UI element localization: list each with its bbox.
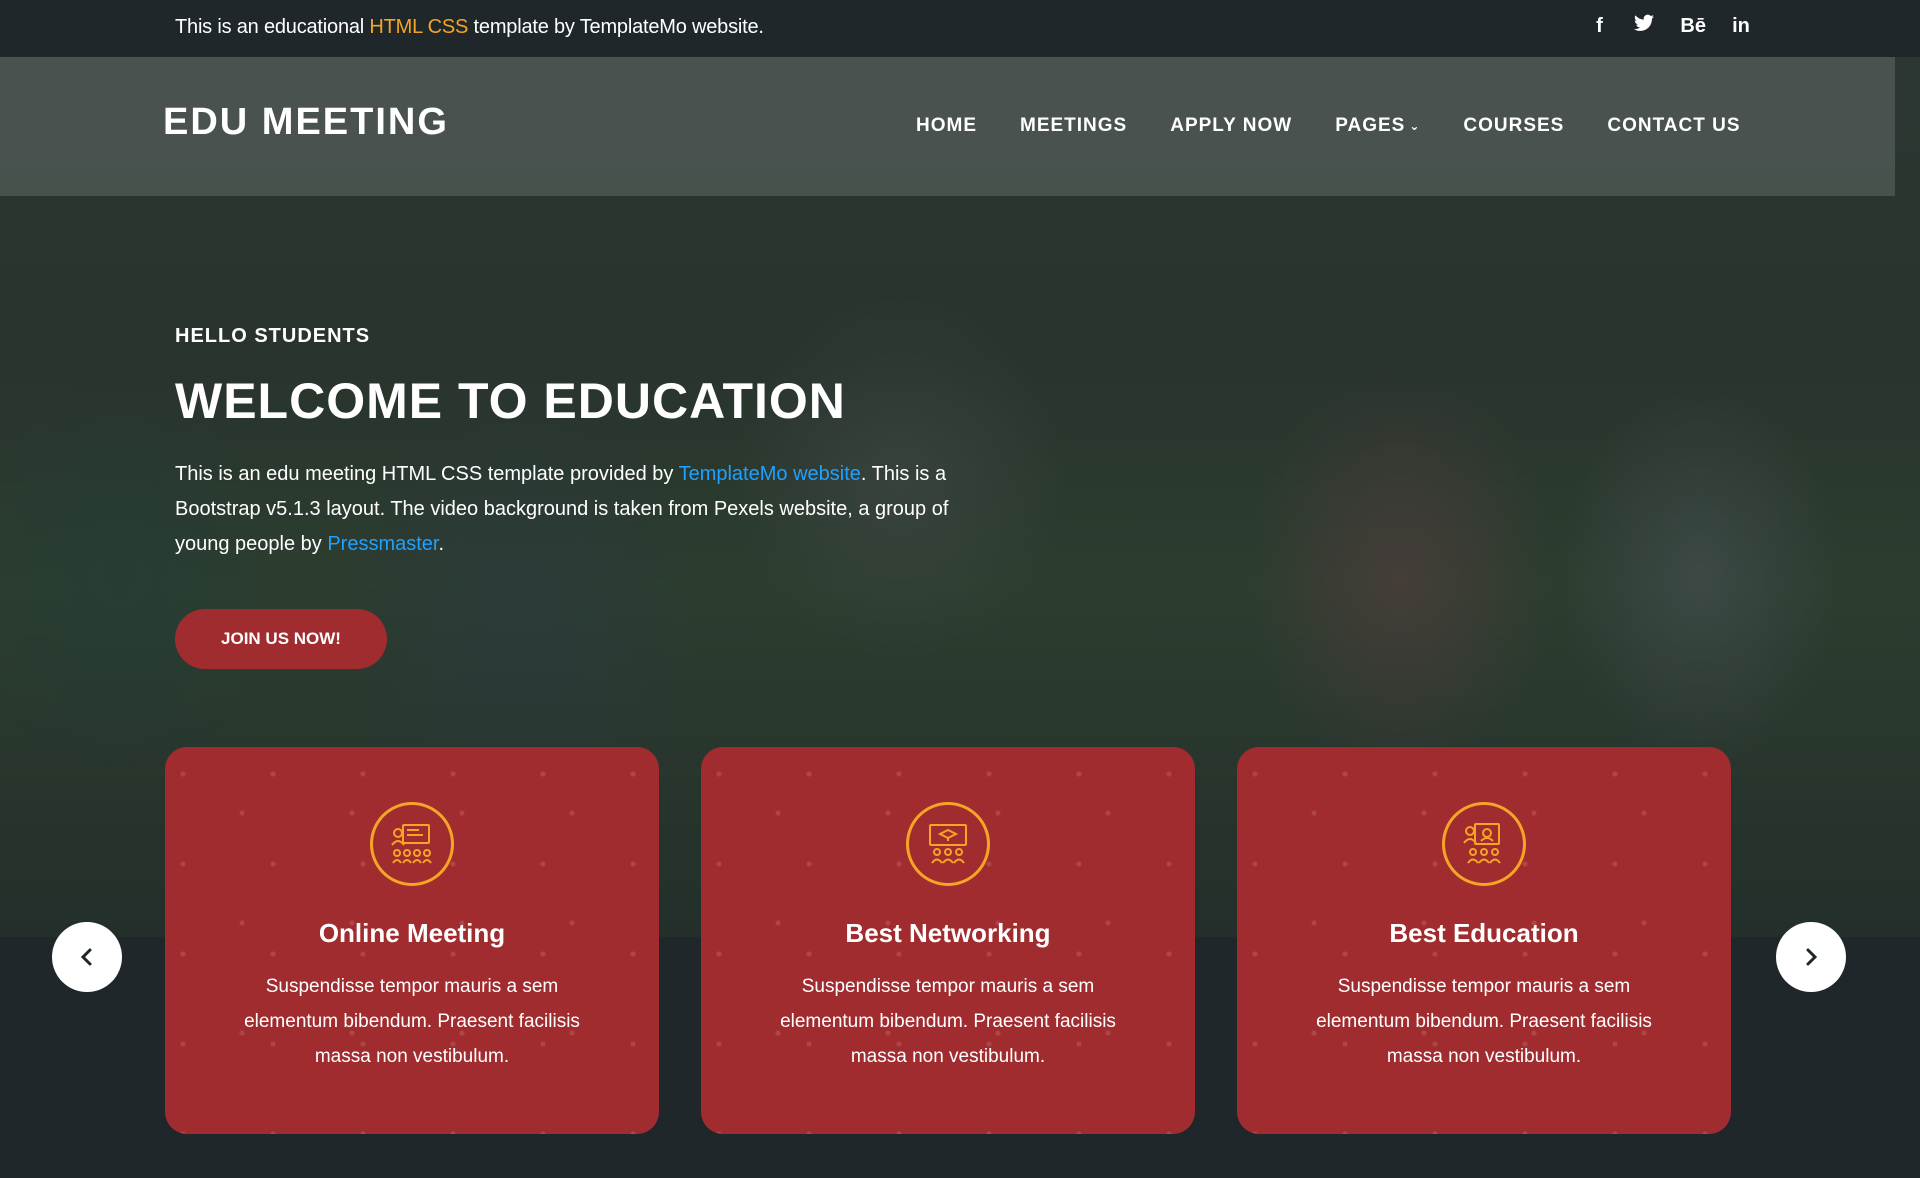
facebook-icon[interactable]: f [1590,15,1608,38]
social-links: f Bē in [1590,14,1750,38]
card-online-meeting[interactable]: Online Meeting Suspendisse tempor mauris… [165,747,659,1134]
card-title: Online Meeting [318,918,506,948]
hero-content: HELLO STUDENTS WELCOME TO EDUCATION This… [175,325,995,669]
card-title: Best Education [1389,918,1579,948]
linkedin-icon[interactable]: in [1732,15,1750,38]
top-bar-message: This is an educational HTML CSS template… [175,16,764,38]
nav-contact-us[interactable]: CONTACT US [1607,115,1740,137]
carousel-next-button[interactable] [1776,922,1846,992]
pressmaster-link[interactable]: Pressmaster [327,533,438,555]
networking-icon [906,802,990,886]
nav-courses[interactable]: COURSES [1463,115,1564,137]
card-text: Suspendisse tempor mauris a sem elementu… [1316,976,1652,1067]
card-text: Suspendisse tempor mauris a sem elementu… [780,976,1116,1067]
nav-apply-now[interactable]: APPLY NOW [1170,115,1292,137]
card-text: Suspendisse tempor mauris a sem elementu… [244,976,580,1067]
chevron-left-icon [80,948,92,966]
card-best-networking[interactable]: Best Networking Suspendisse tempor mauri… [701,747,1195,1134]
hero-kicker: HELLO STUDENTS [175,325,371,347]
main-header: EDU MEETING HOME MEETINGS APPLY NOW PAGE… [0,57,1895,196]
education-icon [1442,802,1526,886]
hero-description: This is an edu meeting HTML CSS template… [175,463,949,555]
chevron-down-icon: ⌄ [1409,119,1421,133]
chevron-right-icon [1806,948,1818,966]
templatemo-link[interactable]: TemplateMo website [679,463,861,485]
twitter-icon[interactable] [1634,14,1655,38]
top-bar-highlight: HTML CSS [369,16,469,38]
main-nav: HOME MEETINGS APPLY NOW PAGES ⌄ COURSES C… [916,115,1741,137]
join-us-button[interactable]: JOIN US NOW! [175,609,387,669]
nav-meetings[interactable]: MEETINGS [1020,115,1127,137]
behance-icon[interactable]: Bē [1680,15,1706,38]
top-bar: This is an educational HTML CSS template… [0,0,1920,57]
card-best-education[interactable]: Best Education Suspendisse tempor mauris… [1237,747,1731,1134]
online-meeting-icon [370,802,454,886]
card-title: Best Networking [845,918,1051,948]
nav-pages[interactable]: PAGES ⌄ [1335,115,1420,137]
hero-title: WELCOME TO EDUCATION [175,373,846,429]
nav-home[interactable]: HOME [916,115,977,137]
feature-cards: Online Meeting Suspendisse tempor mauris… [165,747,1731,1134]
site-logo[interactable]: EDU MEETING [163,101,449,144]
carousel-prev-button[interactable] [52,922,122,992]
